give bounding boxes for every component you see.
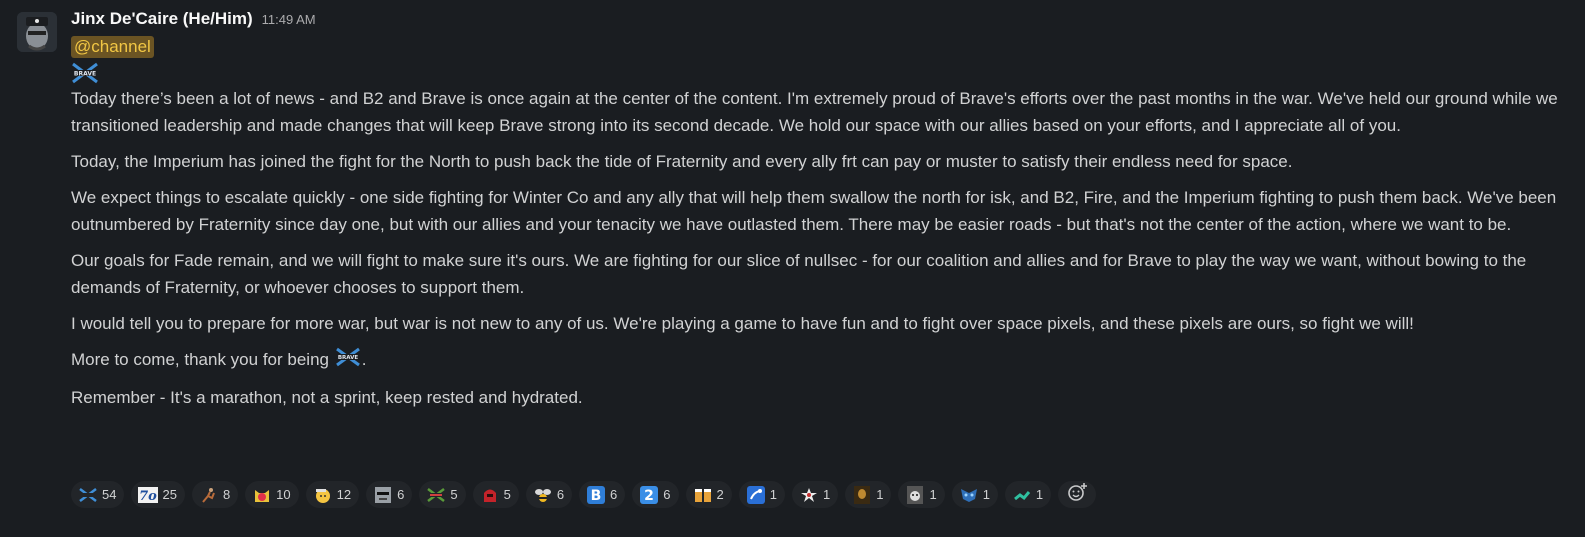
bee-icon: [533, 486, 553, 504]
avatar[interactable]: [17, 12, 57, 52]
reaction-2[interactable]: 2 6: [632, 481, 679, 508]
svg-text:2: 2: [644, 488, 654, 504]
brave-alt-icon: [426, 486, 446, 504]
reaction-cat-portrait[interactable]: 1: [898, 481, 945, 508]
remember-line: Remember - It's a marathon, not a sprint…: [71, 387, 583, 407]
message-paragraph: Our goals for Fade remain, and we will f…: [71, 251, 1527, 297]
reaction-b[interactable]: B 6: [579, 481, 626, 508]
red-helmet-icon: [480, 486, 500, 504]
salute-face-icon: [313, 486, 333, 504]
dark-portrait-icon: [852, 485, 872, 504]
reaction-7o[interactable]: 7o 25: [131, 481, 185, 508]
reaction-runner[interactable]: 8: [191, 481, 239, 508]
reaction-fire-hose[interactable]: 1: [738, 481, 785, 508]
letter-b-icon: B: [586, 485, 606, 504]
reaction-brave-alt[interactable]: 5: [419, 481, 466, 508]
green-fist-icon: [1012, 486, 1032, 504]
timestamp[interactable]: 11:49 AM: [262, 12, 316, 27]
add-reaction-button[interactable]: [1058, 481, 1097, 508]
number-2-icon: 2: [639, 485, 659, 504]
reaction-sunglasses[interactable]: 6: [366, 481, 413, 508]
author-name[interactable]: Jinx De'Caire (He/Him): [71, 9, 253, 29]
reaction-angry-cat[interactable]: 10: [245, 481, 299, 508]
brave-icon: [78, 486, 98, 504]
7o-icon: 7o: [138, 486, 159, 504]
svg-text:BRAVE: BRAVE: [338, 355, 359, 361]
message-paragraph: I would tell you to prepare for more war…: [71, 314, 1414, 333]
add-reaction-icon: [1066, 482, 1088, 507]
reaction-green-fist[interactable]: 1: [1004, 481, 1052, 508]
reactions-bar: 54 7o 25 8 10 12 6 5 5 6 B 6 2 6 2 1 1 1…: [71, 481, 1097, 508]
reaction-white-star[interactable]: 1: [791, 481, 839, 508]
blue-mask-icon: [959, 486, 979, 504]
brave-logo-emoji: BRAVE: [71, 62, 1561, 84]
svg-text:BRAVE: BRAVE: [74, 71, 96, 78]
brave-inline-emoji: BRAVE: [334, 347, 362, 375]
closing-line: More to come, thank you for being BRAVE.: [71, 346, 1561, 375]
reaction-beers[interactable]: 2: [685, 481, 732, 508]
runner-icon: [199, 486, 219, 504]
channel-mention[interactable]: @channel: [71, 36, 154, 58]
fire-hose-icon: [746, 485, 766, 504]
svg-text:B: B: [591, 488, 602, 504]
closing-period: .: [361, 350, 367, 369]
beers-icon: [693, 486, 713, 504]
sunglasses-face-icon: [373, 486, 393, 504]
reaction-dark-portrait[interactable]: 1: [845, 481, 892, 508]
message-paragraph: Today there’s been a lot of news - and B…: [71, 89, 1558, 135]
svg-text:7o: 7o: [140, 489, 158, 503]
white-star-icon: [799, 486, 819, 504]
closing-text: More to come, thank you for being: [71, 350, 334, 369]
reaction-brave[interactable]: 54: [71, 481, 125, 508]
reaction-salute[interactable]: 12: [305, 481, 360, 508]
reaction-blue-mask[interactable]: 1: [951, 481, 998, 508]
message-paragraph: We expect things to escalate quickly - o…: [71, 188, 1557, 234]
message-paragraph: Today, the Imperium has joined the fight…: [71, 152, 1293, 171]
message: Jinx De'Caire (He/Him) 11:49 AM @channel…: [0, 0, 1585, 537]
cat-portrait-icon: [905, 485, 925, 504]
reaction-bee[interactable]: 6: [525, 481, 573, 508]
angry-cat-icon: [252, 486, 272, 504]
reaction-red-helmet[interactable]: 5: [472, 481, 519, 508]
